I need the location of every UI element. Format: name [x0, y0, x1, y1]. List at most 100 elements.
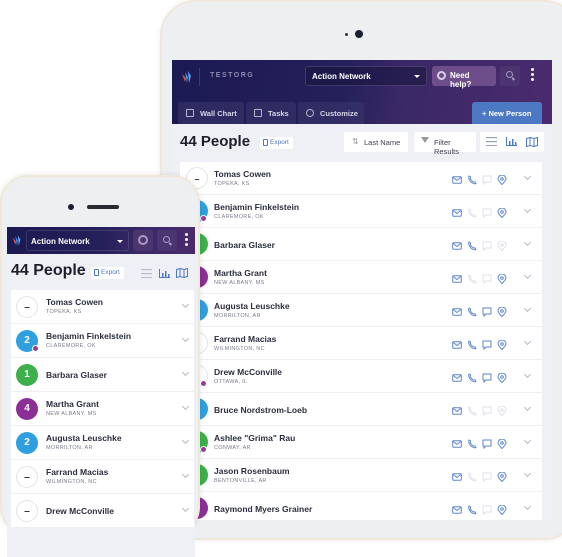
list-item[interactable]: 2Augusta LeuschkeMORRILTON, AR: [180, 294, 542, 327]
headset-icon: [437, 71, 446, 80]
chevron-down-icon[interactable]: [181, 402, 190, 411]
export-button[interactable]: Export: [91, 267, 124, 279]
list-item[interactable]: 4Martha GrantNEW ALBANY, MS: [180, 261, 542, 294]
map-view-icon[interactable]: [526, 137, 538, 147]
tab-customize[interactable]: Customize: [298, 102, 364, 124]
app-header: TESTORG Action Network Need help? Wall C…: [172, 60, 552, 124]
list-item[interactable]: 2Bruce Nordstrom-Loeb: [180, 393, 542, 426]
tab-wall-chart[interactable]: Wall Chart: [178, 102, 244, 124]
help-button[interactable]: [133, 230, 153, 251]
list-item[interactable]: 1Barbara Glaser: [11, 358, 194, 392]
chevron-down-icon[interactable]: [181, 470, 190, 479]
location-icon[interactable]: [497, 469, 507, 483]
list-item[interactable]: –Farrand MaciasWILMINGTON, NC: [11, 460, 194, 494]
tab-tasks[interactable]: Tasks: [246, 102, 296, 124]
chevron-down-icon[interactable]: [523, 370, 532, 379]
network-select[interactable]: Action Network: [26, 230, 129, 251]
chart-view-icon[interactable]: [506, 137, 517, 146]
sms-icon[interactable]: [482, 370, 492, 384]
list-item[interactable]: 1Ashlee "Grima" RauCONWAY, AR: [180, 426, 542, 459]
email-icon[interactable]: [452, 304, 462, 316]
list-view-icon[interactable]: [141, 269, 152, 278]
phone-icon[interactable]: [467, 436, 477, 449]
sms-icon[interactable]: [482, 337, 492, 351]
list-view-icon[interactable]: [486, 137, 497, 146]
email-icon[interactable]: [452, 271, 462, 283]
sort-button[interactable]: ⇅ Last Name: [344, 132, 408, 152]
list-item[interactable]: 4Martha GrantNEW ALBANY, MS: [11, 392, 194, 426]
list-item[interactable]: – Tomas Cowen TOPEKA, KS: [180, 162, 542, 195]
email-icon[interactable]: [452, 238, 462, 250]
list-item[interactable]: –Drew McConvilleOTTAWA, IL: [180, 360, 542, 393]
chevron-down-icon[interactable]: [523, 436, 532, 445]
chevron-down-icon[interactable]: [523, 304, 532, 313]
chevron-down-icon[interactable]: [523, 403, 532, 412]
email-icon[interactable]: [452, 337, 462, 349]
list-item[interactable]: 2Benjamin FinkelsteinCLAREMORE, OK: [180, 195, 542, 228]
phone-icon[interactable]: [467, 304, 477, 317]
new-person-button[interactable]: + New Person: [472, 102, 542, 124]
list-item[interactable]: 1Barbara Glaser: [180, 228, 542, 261]
export-button[interactable]: Export: [260, 137, 293, 149]
sms-icon: [482, 502, 492, 516]
email-icon[interactable]: [452, 502, 462, 514]
more-menu-icon[interactable]: [185, 233, 188, 248]
chevron-down-icon[interactable]: [523, 172, 532, 181]
phone-icon[interactable]: [467, 502, 477, 515]
chevron-down-icon[interactable]: [523, 502, 532, 511]
email-icon[interactable]: [452, 172, 462, 184]
search-button[interactable]: [500, 66, 520, 86]
need-help-button[interactable]: Need help?: [432, 66, 496, 89]
phone-screen: Action Network 44 People Export – Tomas C…: [7, 227, 195, 557]
location-icon: [497, 403, 507, 417]
chevron-down-icon[interactable]: [523, 469, 532, 478]
map-view-icon[interactable]: [176, 268, 188, 278]
list-item[interactable]: – Tomas Cowen TOPEKA, KS: [11, 290, 194, 324]
email-icon[interactable]: [452, 469, 462, 481]
phone-icon[interactable]: [467, 172, 477, 185]
email-icon[interactable]: [452, 370, 462, 382]
chevron-down-icon[interactable]: [181, 368, 190, 377]
sms-icon[interactable]: [482, 436, 492, 450]
location-icon[interactable]: [497, 271, 507, 285]
location-icon[interactable]: [497, 304, 507, 318]
network-select[interactable]: Action Network: [305, 66, 427, 86]
chart-view-icon[interactable]: [159, 269, 170, 278]
sms-icon[interactable]: [482, 304, 492, 318]
list-item[interactable]: –Farrand MaciasWILMINGTON, NC: [180, 327, 542, 360]
chevron-down-icon[interactable]: [523, 205, 532, 214]
list-item[interactable]: 1Jason RosenbaumBENTONVILLE, AR: [180, 459, 542, 492]
chevron-down-icon[interactable]: [523, 271, 532, 280]
person-name: Benjamin Finkelstein: [46, 331, 132, 341]
list-item[interactable]: 2Benjamin FinkelsteinCLAREMORE, OK: [11, 324, 194, 358]
sms-icon: [482, 469, 492, 483]
chevron-down-icon[interactable]: [181, 504, 190, 513]
person-location: OTTAWA, IL: [214, 379, 248, 385]
chevron-down-icon[interactable]: [523, 238, 532, 247]
more-menu-icon[interactable]: [531, 68, 534, 83]
chevron-down-icon[interactable]: [181, 334, 190, 343]
chevron-down-icon[interactable]: [523, 337, 532, 346]
location-icon[interactable]: [497, 502, 507, 516]
email-icon[interactable]: [452, 205, 462, 217]
email-icon[interactable]: [452, 436, 462, 448]
chevron-down-icon[interactable]: [181, 436, 190, 445]
person-location: WILMINGTON, NC: [46, 479, 97, 485]
location-icon[interactable]: [497, 337, 507, 351]
chevron-down-icon[interactable]: [181, 300, 190, 309]
phone-icon[interactable]: [467, 337, 477, 350]
location-icon[interactable]: [497, 172, 507, 186]
location-icon[interactable]: [497, 370, 507, 384]
person-location: NEW ALBANY, MS: [46, 411, 97, 417]
location-icon[interactable]: [497, 205, 507, 219]
phone-icon[interactable]: [467, 370, 477, 383]
email-icon[interactable]: [452, 403, 462, 415]
person-location: MORRILTON, AR: [46, 445, 93, 451]
location-icon[interactable]: [497, 436, 507, 450]
phone-icon[interactable]: [467, 238, 477, 251]
filter-button[interactable]: Filter Results: [414, 132, 476, 156]
search-button[interactable]: [157, 230, 177, 251]
list-item[interactable]: 2Augusta LeuschkeMORRILTON, AR: [11, 426, 194, 460]
list-item[interactable]: – Drew McConville: [11, 494, 194, 528]
list-item[interactable]: 4Raymond Myers Grainer: [180, 492, 542, 520]
